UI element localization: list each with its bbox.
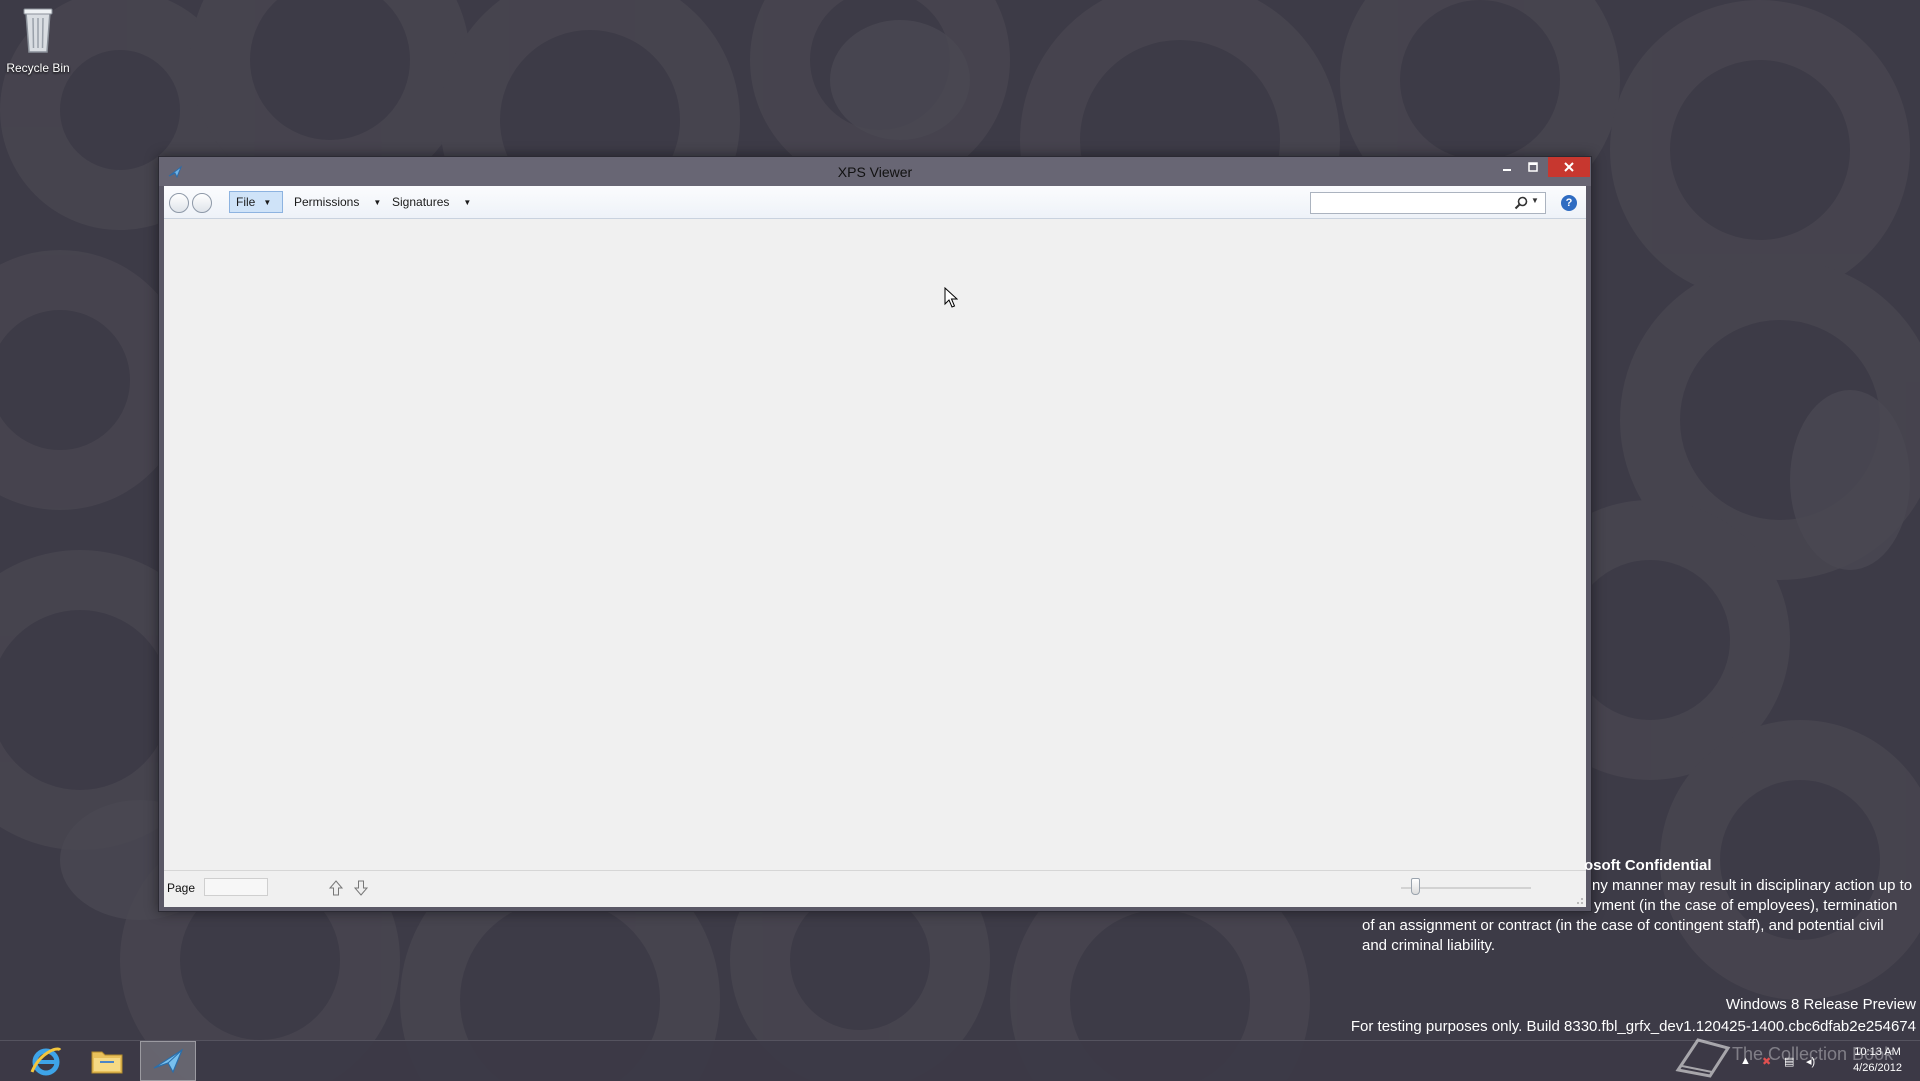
- watermark-line: and criminal liability.: [1362, 937, 1496, 954]
- recycle-bin-desktop-icon[interactable]: Recycle Bin: [0, 4, 76, 75]
- watermark-line: yment (in the case of employees), termin…: [1594, 897, 1898, 914]
- maximize-icon: [1528, 162, 1538, 172]
- release-title: Windows 8 Release Preview: [1725, 996, 1916, 1013]
- taskbar-internet-explorer[interactable]: [18, 1041, 74, 1081]
- forward-button[interactable]: [192, 193, 212, 213]
- recycle-bin-label: Recycle Bin: [6, 61, 70, 75]
- search-dropdown-icon[interactable]: ▼: [1531, 196, 1539, 205]
- document-view[interactable]: [164, 219, 1586, 870]
- confidential-watermark: osoft Confidential ny manner may result …: [1362, 856, 1914, 956]
- chevron-down-icon: ▼: [373, 197, 382, 207]
- mouse-cursor-icon: [944, 287, 958, 308]
- toolbar: File ▼ Permissions ▼ Signatures ▼ ▼ ?: [164, 186, 1586, 219]
- xps-viewer-icon: [153, 1048, 184, 1074]
- back-button[interactable]: [169, 193, 189, 213]
- window-client-area: File ▼ Permissions ▼ Signatures ▼ ▼ ? Pa…: [164, 186, 1586, 907]
- page-label: Page: [167, 881, 196, 895]
- next-page-icon[interactable]: [353, 879, 369, 897]
- permissions-menu-label: Permissions: [294, 195, 360, 209]
- file-menu[interactable]: File ▼: [229, 191, 283, 213]
- taskbar: ▲ ✖ ▤ ◂) 10:13 AM 4/26/2012: [0, 1040, 1920, 1081]
- taskbar-file-explorer[interactable]: [79, 1041, 135, 1081]
- watermark-line: ny manner may result in disciplinary act…: [1592, 877, 1913, 894]
- recycle-bin-icon: [23, 8, 53, 53]
- taskbar-xps-viewer[interactable]: [140, 1041, 196, 1081]
- help-button[interactable]: ?: [1561, 195, 1577, 211]
- chevron-down-icon: ▼: [263, 197, 272, 207]
- minimize-icon: [1503, 169, 1511, 171]
- permissions-menu[interactable]: Permissions ▼: [288, 191, 384, 213]
- signatures-menu-label: Signatures: [392, 195, 450, 209]
- xps-viewer-window: XPS Viewer File ▼ Permissions ▼ Signatur…: [158, 156, 1592, 912]
- window-title: XPS Viewer: [837, 164, 913, 180]
- minimize-button[interactable]: [1494, 157, 1520, 177]
- watermark-line: of an assignment or contract (in the cas…: [1362, 917, 1884, 934]
- previous-page-icon[interactable]: [328, 879, 344, 897]
- title-bar[interactable]: XPS Viewer: [159, 157, 1591, 186]
- search-icon[interactable]: [1514, 196, 1528, 210]
- close-button[interactable]: [1548, 157, 1590, 177]
- search-input[interactable]: [1313, 195, 1509, 213]
- close-icon: [1564, 162, 1574, 172]
- internet-explorer-icon: [30, 1047, 62, 1076]
- maximize-button[interactable]: [1520, 157, 1546, 177]
- page-number-input[interactable]: [204, 878, 268, 896]
- signatures-menu[interactable]: Signatures ▼: [386, 191, 472, 213]
- chevron-down-icon: ▼: [463, 197, 472, 207]
- file-menu-label: File: [236, 195, 256, 209]
- collection-book-text: The Collection Book: [1732, 1044, 1894, 1064]
- watermark-title: osoft Confidential: [1584, 857, 1712, 874]
- search-box[interactable]: ▼: [1310, 192, 1546, 214]
- folder-icon: [91, 1051, 123, 1074]
